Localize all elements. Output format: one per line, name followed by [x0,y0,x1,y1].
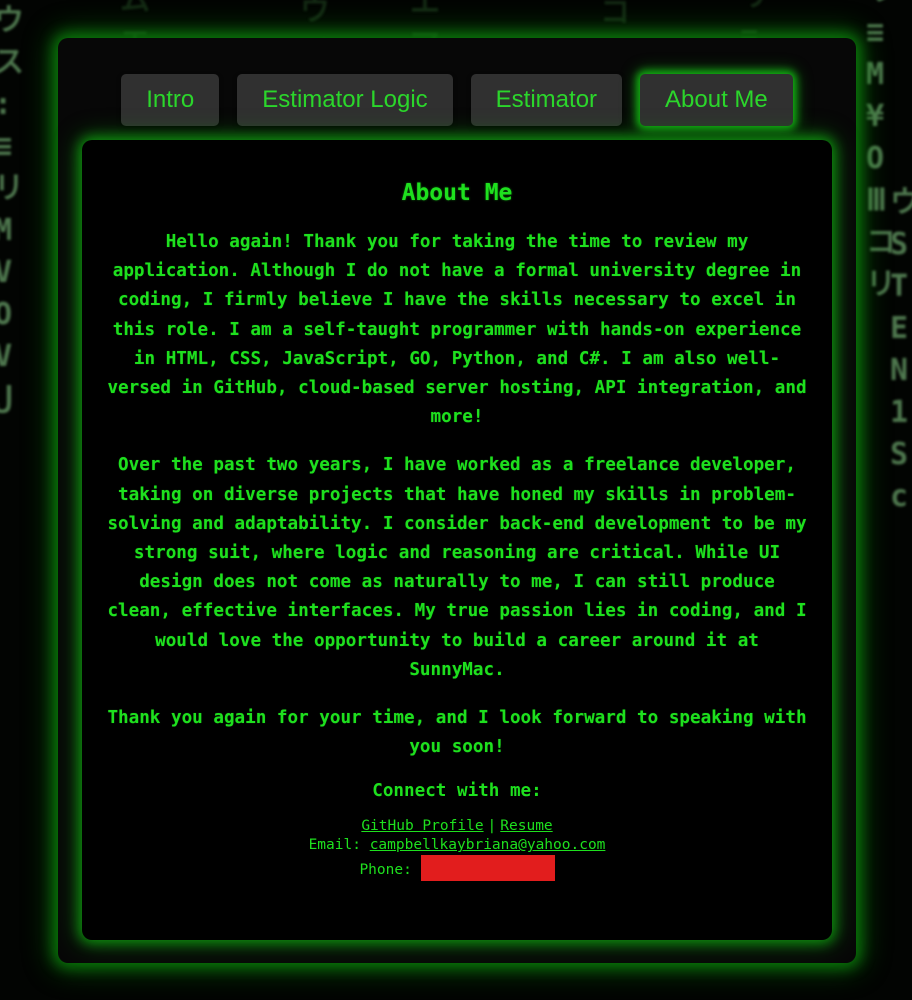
connect-heading: Connect with me: [372,781,542,802]
closing-paragraph: Thank you again for your time, and I loo… [107,708,807,758]
links-row: GitHub Profile | Resume [106,817,808,836]
app-window: Intro Estimator Logic Estimator About Me… [58,38,856,963]
about-panel: About Me Hello again! Thank you for taki… [82,140,832,940]
phone-label: Phone: [359,862,412,879]
tab-about-me[interactable]: About Me [640,74,793,126]
phone-row: Phone: [106,855,808,882]
tab-estimator[interactable]: Estimator [470,74,623,126]
email-label: Email: [308,837,361,854]
email-link[interactable]: campbellkaybriana@yahoo.com [370,837,606,853]
github-profile-link[interactable]: GitHub Profile [361,818,483,834]
resume-link[interactable]: Resume [500,818,552,834]
contact-block: GitHub Profile | Resume Email: campbellkay… [106,817,808,882]
tab-bar: Intro Estimator Logic Estimator About Me [58,74,856,126]
link-separator: | [487,818,497,835]
matrix-column: ウ ス : ≡ リ M V O V ل [0,3,24,416]
phone-redacted [420,855,555,882]
page-title: About Me [401,180,513,206]
tab-estimator-logic[interactable]: Estimator Logic [237,74,453,126]
email-row: Email: campbellkaybriana@yahoo.com [106,836,808,855]
matrix-column: ウ S T E N 1 S с [890,185,912,514]
intro-paragraph: Hello again! Thank you for taking the ti… [107,232,807,428]
tab-intro[interactable]: Intro [121,74,220,126]
experience-paragraph: Over the past two years, I have worked a… [107,455,807,680]
